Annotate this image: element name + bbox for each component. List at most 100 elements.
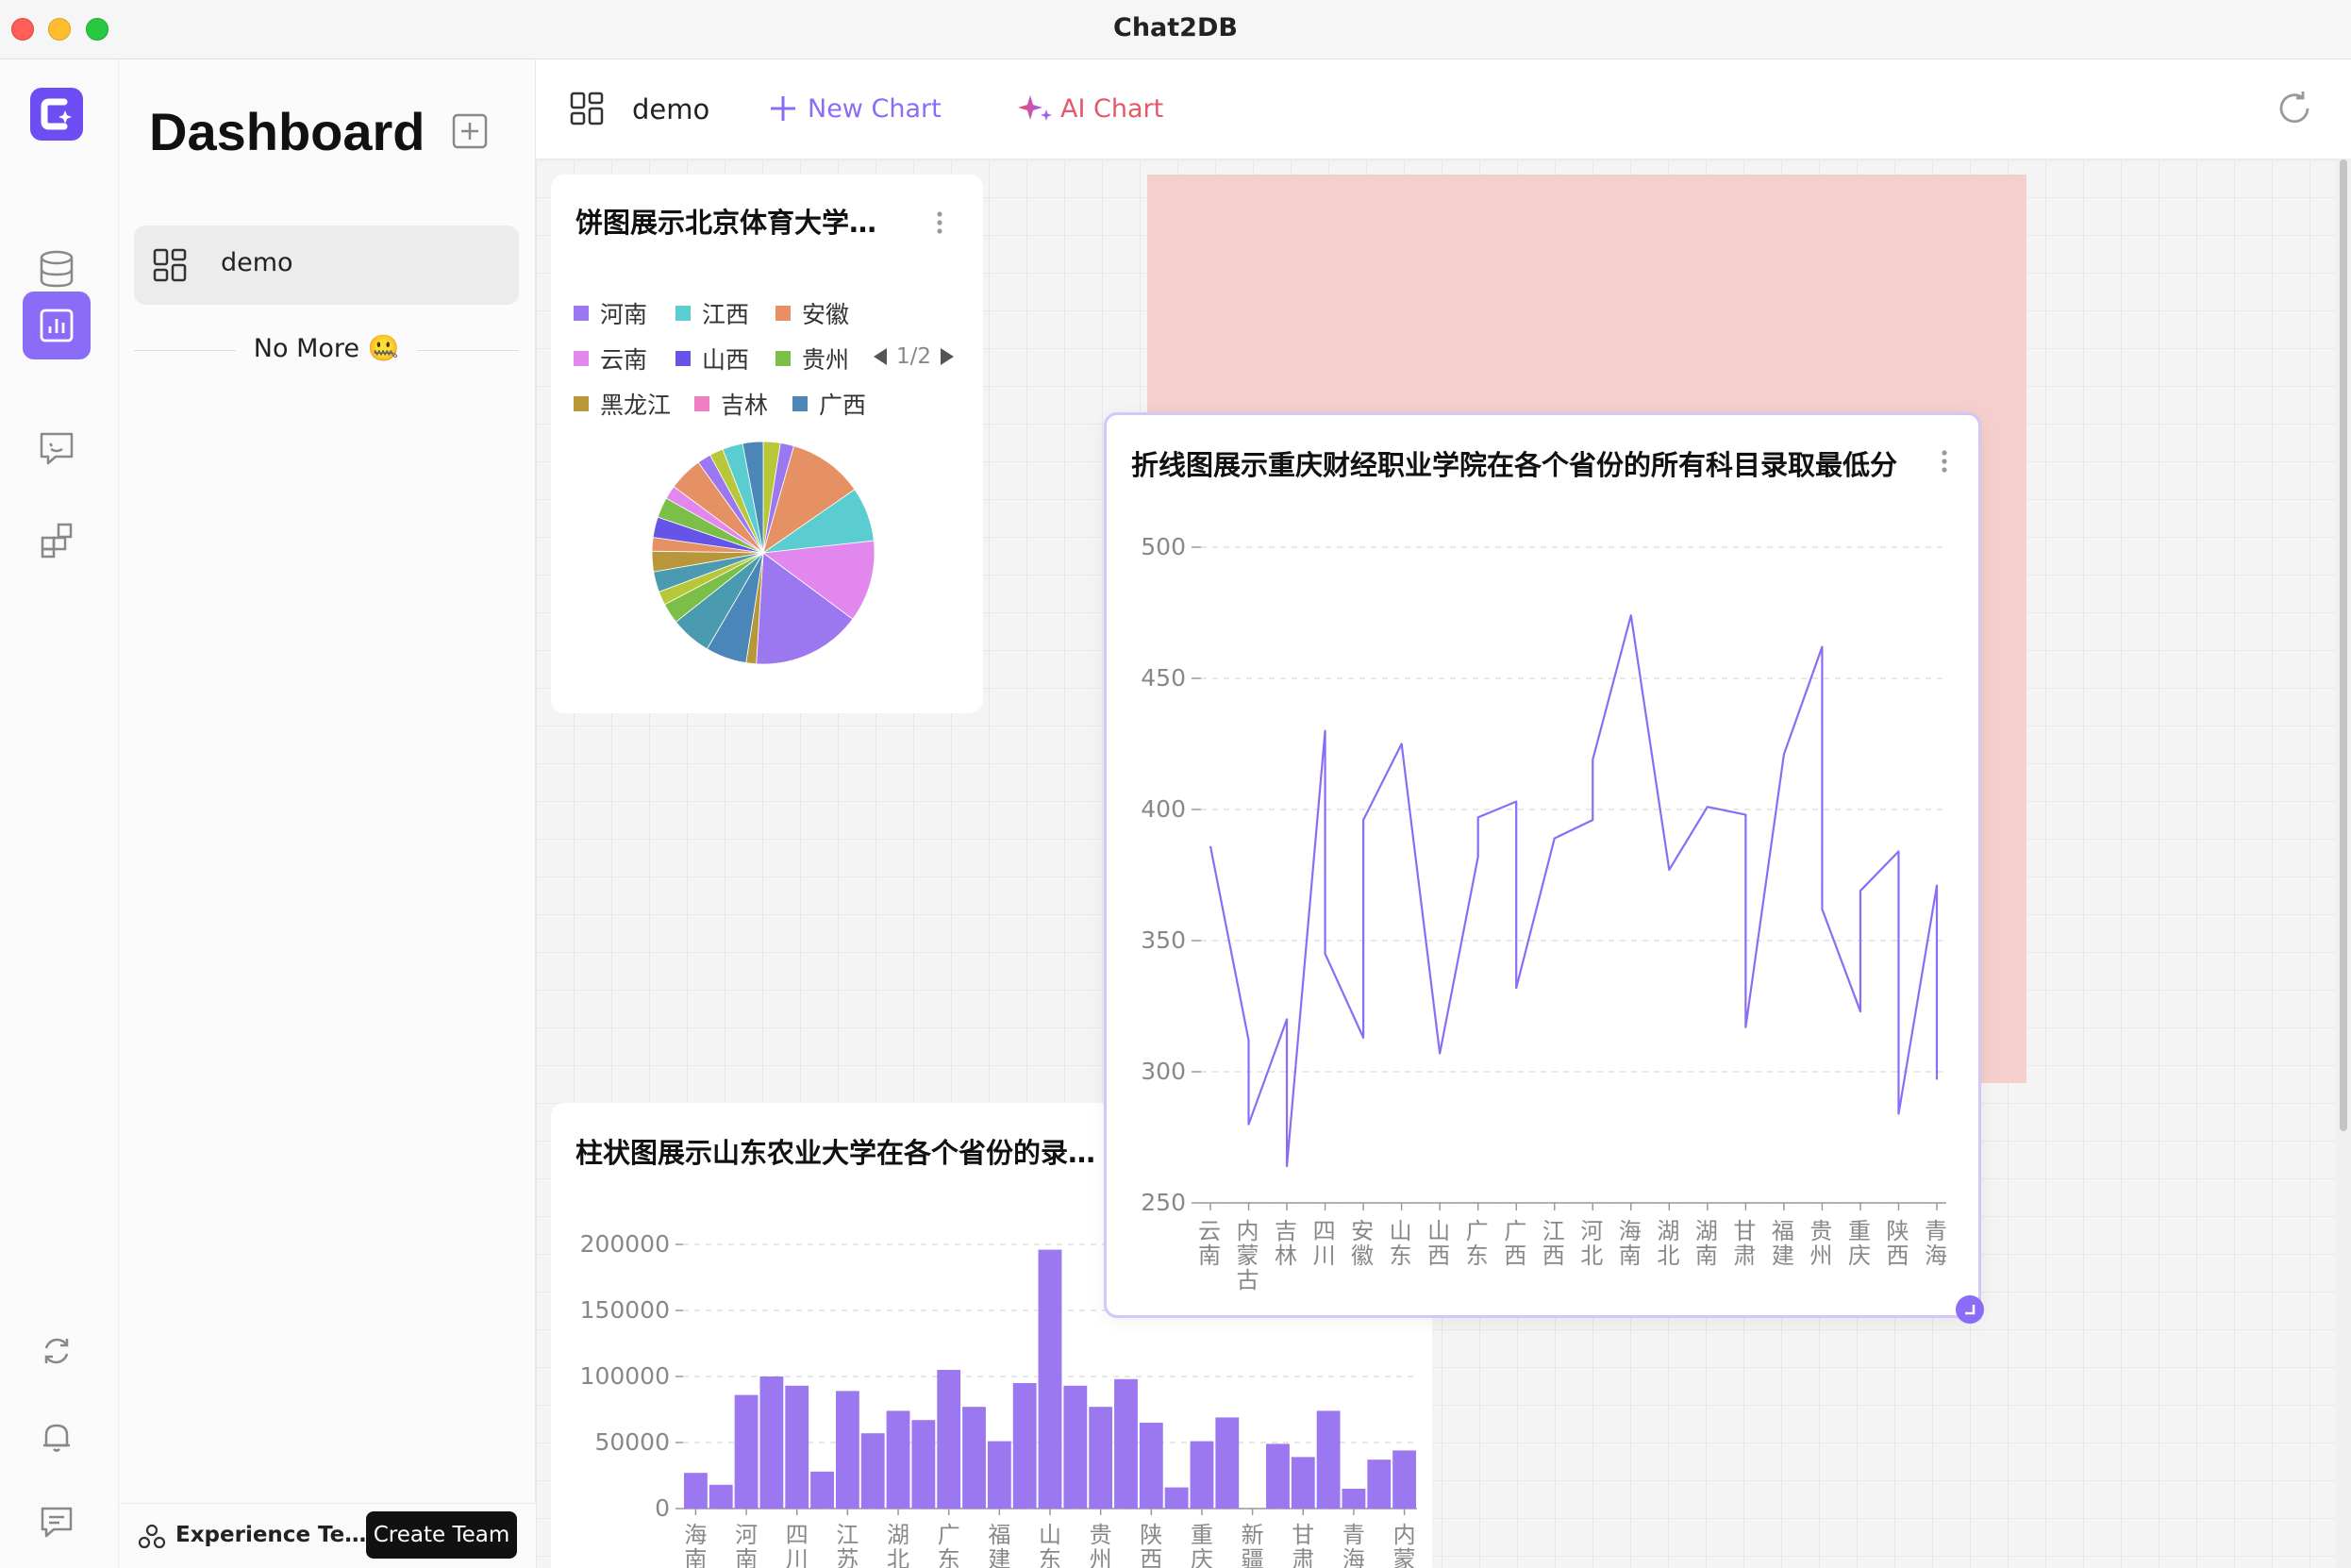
x-tick-label: 广东 <box>938 1522 960 1568</box>
legend-item[interactable]: 贵州 <box>775 344 850 374</box>
bar[interactable] <box>1089 1407 1113 1509</box>
legend-item[interactable]: 吉林 <box>694 390 768 419</box>
plugins-icon[interactable] <box>23 507 91 575</box>
legend-label: 黑龙江 <box>600 392 672 419</box>
line-chart-title: 折线图展示重庆财经职业学院在各个省份的所有科目录取最低分 <box>1131 449 1898 481</box>
bar[interactable] <box>962 1407 986 1509</box>
bar[interactable] <box>1038 1249 1062 1509</box>
chat-icon[interactable] <box>23 414 91 482</box>
x-tick-label: 福建 <box>1772 1218 1794 1269</box>
x-tick-label: 甘肃 <box>1292 1522 1314 1568</box>
bar[interactable] <box>810 1471 834 1509</box>
y-tick-label: 0 <box>655 1494 670 1522</box>
more-vertical-icon[interactable] <box>934 209 945 237</box>
legend-item[interactable]: 山西 <box>675 344 749 374</box>
bar[interactable] <box>734 1394 759 1509</box>
bar[interactable] <box>886 1410 910 1509</box>
bar[interactable] <box>759 1376 784 1509</box>
bar[interactable] <box>1215 1417 1240 1509</box>
legend-item[interactable]: 黑龙江 <box>574 390 672 419</box>
y-tick-label: 150000 <box>580 1296 670 1324</box>
x-tick-label: 陕西 <box>1140 1522 1162 1568</box>
x-tick-label: 福建 <box>988 1522 1010 1568</box>
bar[interactable] <box>1012 1383 1037 1509</box>
pie-chart-title: 饼图展示北京体育大学... <box>575 207 877 239</box>
dashboard-icon[interactable] <box>23 292 91 359</box>
pie-chart-card[interactable]: 饼图展示北京体育大学... 河南 江西 安徽 云南 山西 贵州 黑龙江 吉林 广… <box>551 175 983 713</box>
bar[interactable] <box>1291 1457 1315 1509</box>
legend-label: 广西 <box>819 392 867 419</box>
create-team-button[interactable]: Create Team <box>366 1511 517 1559</box>
x-tick-label: 内蒙 <box>1393 1522 1416 1568</box>
legend-page-indicator: 1/2 <box>896 344 932 369</box>
bar-chart-title: 柱状图展示山东农业大学在各个省份的录取最 <box>575 1137 1104 1169</box>
add-dashboard-icon[interactable] <box>451 112 489 150</box>
bar[interactable] <box>860 1433 885 1509</box>
legend-swatch <box>775 351 791 366</box>
legend-item[interactable]: 河南 <box>574 299 647 328</box>
x-tick-label: 湖北 <box>1657 1218 1679 1269</box>
bar[interactable] <box>1316 1410 1341 1509</box>
sidebar-title: Dashboard <box>149 102 425 161</box>
legend-next-icon[interactable] <box>937 346 958 367</box>
bar[interactable] <box>987 1441 1011 1509</box>
pie-chart[interactable] <box>645 435 881 671</box>
bar[interactable] <box>785 1385 809 1509</box>
scrollbar-thumb[interactable] <box>2340 159 2347 1131</box>
legend-item[interactable]: 云南 <box>574 344 648 374</box>
line-series[interactable] <box>1209 614 1939 1168</box>
bar[interactable] <box>1139 1423 1163 1509</box>
resize-handle[interactable] <box>1956 1295 1984 1324</box>
bar[interactable] <box>937 1370 961 1509</box>
feedback-icon[interactable] <box>23 1488 91 1556</box>
ai-chart-button[interactable]: AI Chart <box>1017 90 1163 127</box>
sync-icon[interactable] <box>23 1317 91 1385</box>
x-tick-label: 重庆 <box>1848 1218 1871 1269</box>
canvas-scrollbar[interactable] <box>2336 159 2351 1568</box>
refresh-icon[interactable] <box>2274 88 2315 129</box>
team-name-label[interactable]: Experience Team ... <box>175 1523 368 1547</box>
bar[interactable] <box>1367 1460 1392 1509</box>
window-title: Chat2DB <box>1113 13 1238 42</box>
bar[interactable] <box>1342 1489 1366 1509</box>
x-tick-label: 海南 <box>1619 1218 1642 1269</box>
x-tick-label: 云南 <box>1198 1218 1221 1269</box>
no-more-divider: No More 🤐 <box>134 333 519 367</box>
bar[interactable] <box>1266 1443 1290 1509</box>
x-tick-label: 新疆 <box>1242 1522 1264 1568</box>
sidebar-item-demo[interactable]: demo <box>134 225 519 305</box>
dashboard-name: demo <box>632 93 710 125</box>
more-vertical-icon[interactable] <box>1939 447 1950 475</box>
x-tick-label: 广西 <box>1504 1218 1526 1269</box>
bar[interactable] <box>1392 1450 1416 1509</box>
x-tick-label: 江苏 <box>836 1522 859 1568</box>
legend-swatch <box>775 306 791 321</box>
bar[interactable] <box>1114 1378 1138 1509</box>
line-chart[interactable]: 250 300 350 400 450 500 云南内蒙古吉林四川安徽山东山西广东广西江西河… <box>1107 500 1978 1311</box>
legend-pager: 1/2 <box>870 344 958 369</box>
new-chart-button[interactable]: New Chart <box>768 90 942 127</box>
y-tick-label: 500 <box>1141 533 1186 560</box>
app-logo-icon[interactable] <box>30 88 83 141</box>
bar[interactable] <box>911 1420 936 1509</box>
bar[interactable] <box>835 1391 859 1509</box>
bar[interactable] <box>709 1484 733 1509</box>
x-tick-label: 山东 <box>1039 1522 1061 1568</box>
bar[interactable] <box>1190 1441 1214 1509</box>
bar[interactable] <box>684 1473 708 1509</box>
dashboard-grid-icon <box>151 246 189 284</box>
legend-label: 贵州 <box>802 346 850 374</box>
bar[interactable] <box>1164 1487 1189 1509</box>
y-tick-label: 350 <box>1141 926 1186 954</box>
line-chart-card[interactable]: 折线图展示重庆财经职业学院在各个省份的所有科目录取最低分 250 300 350 40… <box>1104 412 1981 1318</box>
legend-label: 云南 <box>600 346 648 374</box>
legend-item[interactable]: 广西 <box>792 390 867 419</box>
legend-item[interactable]: 江西 <box>675 299 749 328</box>
x-tick-label: 江西 <box>1542 1218 1565 1269</box>
legend-item[interactable]: 安徽 <box>775 299 849 328</box>
bell-icon[interactable] <box>23 1403 91 1471</box>
legend-prev-icon[interactable] <box>870 346 891 367</box>
x-tick-label: 河南 <box>735 1522 758 1568</box>
x-tick-label: 吉林 <box>1275 1218 1297 1269</box>
bar[interactable] <box>1063 1385 1088 1509</box>
